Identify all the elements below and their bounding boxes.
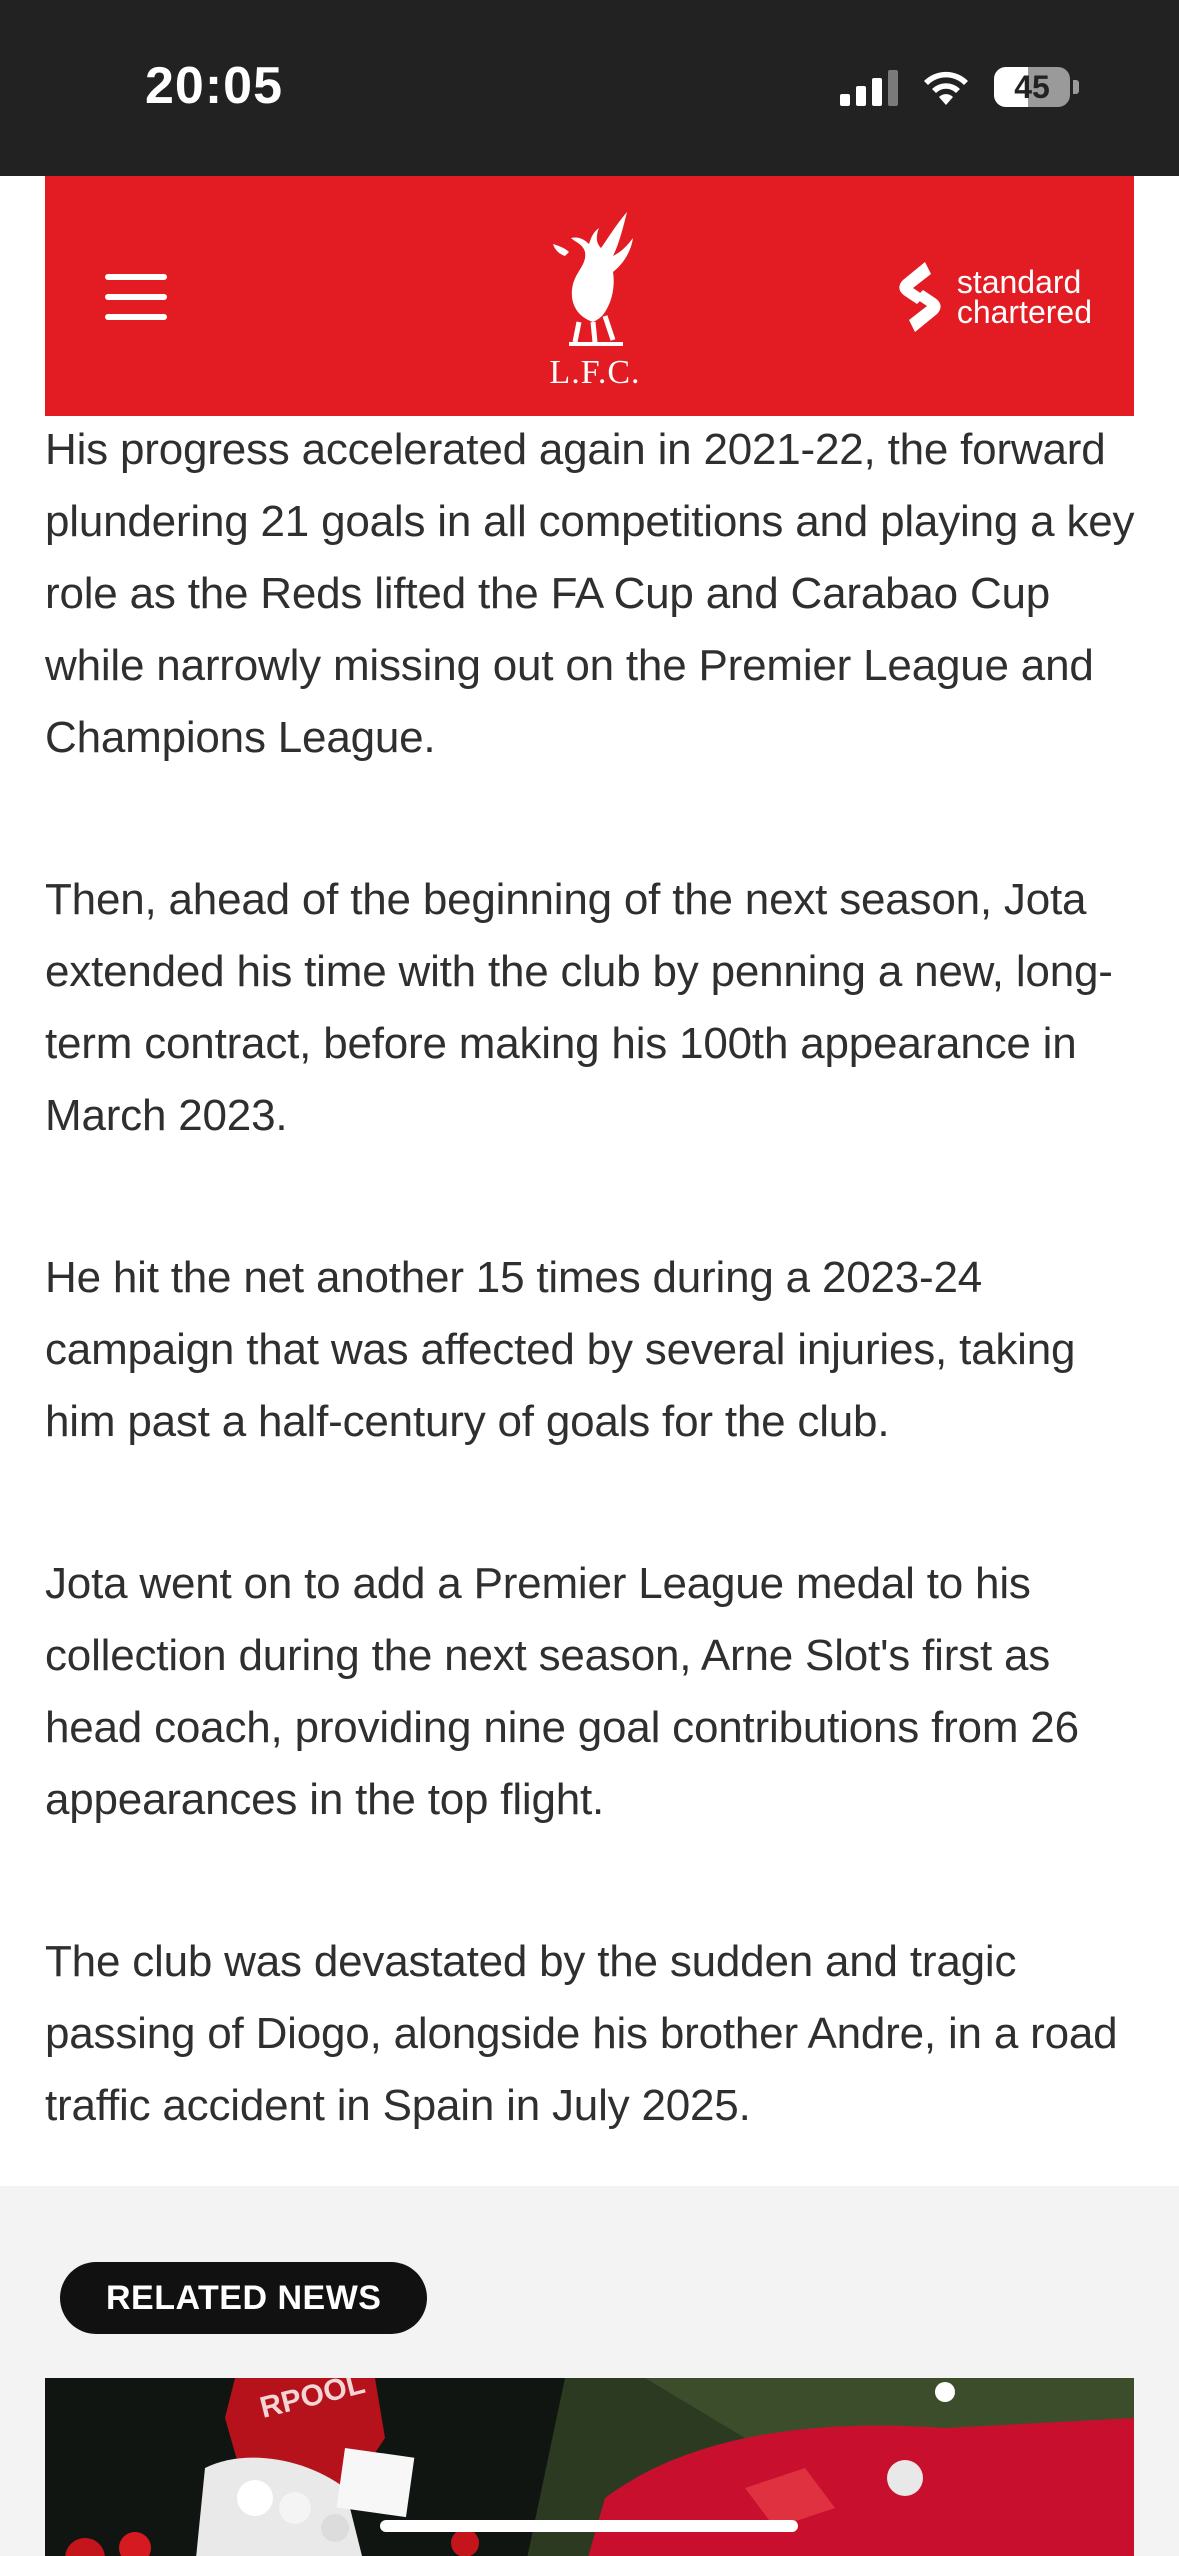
article-body: His progress accelerated again in 2021-2… xyxy=(45,414,1135,2232)
sponsor-name: standard chartered xyxy=(956,264,1092,330)
related-news-label: RELATED NEWS xyxy=(60,2262,428,2334)
article-paragraph: He hit the net another 15 times during a… xyxy=(45,1253,1076,1446)
article-paragraph: Jota went on to add a Premier League med… xyxy=(45,1559,1079,1824)
menu-icon-bar xyxy=(105,294,167,300)
menu-icon-bar xyxy=(105,314,167,320)
menu-icon-bar xyxy=(105,274,167,280)
sponsor-line2: chartered xyxy=(956,294,1092,330)
status-icons: 45 xyxy=(840,62,1079,112)
battery-icon: 45 xyxy=(994,67,1070,107)
article-paragraph: The club was devastated by the sudden an… xyxy=(45,1937,1118,2130)
home-indicator[interactable] xyxy=(380,2520,798,2532)
related-news-section: RELATED NEWS RPOOL xyxy=(0,2186,1179,2556)
wifi-icon xyxy=(924,71,968,105)
sponsor-line1: standard xyxy=(956,264,1082,300)
menu-button[interactable] xyxy=(105,274,167,320)
battery-percent: 45 xyxy=(1014,68,1050,105)
status-time: 20:05 xyxy=(145,57,283,115)
liverbird-crest-icon[interactable]: L.F.C. xyxy=(535,204,655,394)
standard-chartered-logo-icon xyxy=(899,262,941,332)
article-paragraph: His progress accelerated again in 2021-2… xyxy=(45,425,1135,762)
crest-text: L.F.C. xyxy=(549,354,641,391)
status-bar: 20:05 45 xyxy=(0,0,1179,176)
signal-icon xyxy=(840,68,898,106)
sponsor-logo[interactable]: standard chartered xyxy=(895,260,1092,334)
site-header: L.F.C. standard chartered xyxy=(45,176,1134,416)
article-paragraph: Then, ahead of the beginning of the next… xyxy=(45,875,1113,1140)
